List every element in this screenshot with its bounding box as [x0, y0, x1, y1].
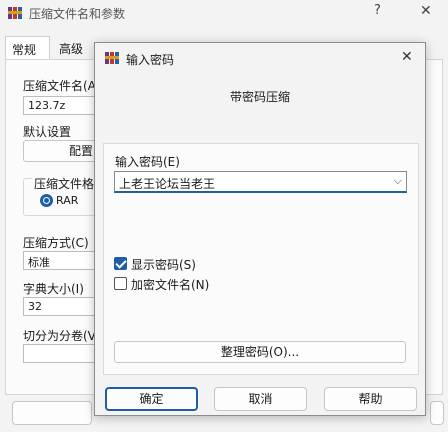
help-icon[interactable]: ?: [374, 3, 381, 18]
rar-radio[interactable]: [40, 194, 53, 207]
password-label: 输入密码(E): [115, 155, 180, 169]
dialog-heading: 带密码压缩: [229, 90, 290, 104]
bg-bottom-button[interactable]: [12, 401, 92, 425]
password-dialog: 输入密码 ✕ 带密码压缩 输入密码(E) 上老王论坛当老王 ⌵ 显示密码(S) …: [94, 42, 426, 416]
bg-close-icon[interactable]: ✕: [420, 3, 432, 19]
encrypt-filenames-label: 加密文件名(N): [131, 278, 210, 292]
password-input[interactable]: 上老王论坛当老王 ⌵: [114, 171, 407, 193]
dialog-titlebar: 输入密码 ✕: [95, 43, 425, 73]
dict-size-label: 字典大小(I): [23, 282, 84, 296]
dialog-title: 输入密码: [126, 53, 175, 67]
bg-window-title: 压缩文件名和参数: [29, 7, 126, 21]
default-settings-label: 默认设置: [23, 125, 72, 139]
show-password-checkbox[interactable]: [114, 257, 127, 270]
profiles-button[interactable]: 配置: [23, 140, 98, 162]
archive-name-label: 压缩文件名(A): [23, 79, 101, 93]
split-volumes-label: 切分为分卷(V): [23, 329, 101, 343]
bg-titlebar: 压缩文件名和参数 ? ✕: [0, 0, 448, 28]
winrar-app-icon: [8, 7, 22, 19]
show-password-label: 显示密码(S): [131, 258, 196, 272]
ok-button[interactable]: 确定: [105, 387, 198, 411]
method-label: 压缩方式(C): [23, 236, 89, 250]
encrypt-filenames-checkbox[interactable]: [114, 277, 127, 290]
cancel-button[interactable]: 取消: [214, 387, 307, 411]
tab-general[interactable]: 常规: [5, 36, 50, 60]
method-select[interactable]: 标准: [23, 251, 98, 270]
rar-radio-label: RAR: [56, 194, 79, 207]
organize-passwords-button[interactable]: 整理密码(O)...: [114, 341, 406, 363]
help-button[interactable]: 帮助: [324, 387, 417, 411]
chevron-down-icon[interactable]: ⌵: [394, 174, 402, 188]
bg-bottom-button-right[interactable]: [430, 401, 444, 425]
dict-size-select[interactable]: 32: [23, 297, 98, 316]
split-volumes-field[interactable]: [23, 344, 98, 363]
password-value: 上老王论坛当老王: [119, 177, 216, 191]
tab-advanced[interactable]: 高级: [53, 36, 89, 60]
close-icon[interactable]: ✕: [401, 49, 413, 65]
winrar-dialog-icon: [105, 52, 119, 64]
archive-name-field[interactable]: 123.7z: [23, 96, 98, 115]
